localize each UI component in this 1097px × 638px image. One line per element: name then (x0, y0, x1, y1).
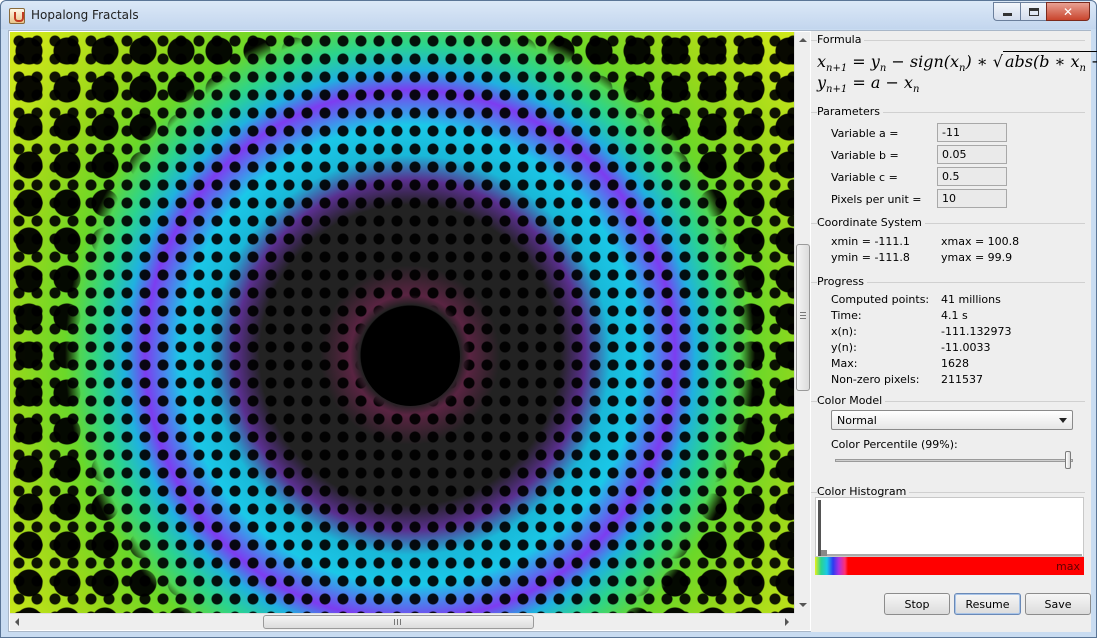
progress-value: 41 millions (941, 293, 1001, 306)
grip-icon (394, 619, 401, 625)
java-app-icon (9, 8, 25, 24)
minimize-button[interactable] (993, 2, 1020, 21)
close-button[interactable]: ✕ (1046, 2, 1090, 21)
progress-label: y(n): (831, 341, 857, 354)
formula-text: abs(b ∗ x (1004, 52, 1080, 71)
color-histogram-section: Color Histogram max (811, 485, 1091, 581)
progress-label: Max: (831, 357, 858, 370)
formula-section: Formula xn+1 = yn − sign(xn) ∗ √ abs(b ∗ … (811, 33, 1097, 101)
pixels-per-unit-field[interactable]: 10 (937, 189, 1007, 208)
parameters-section: Parameters Variable a = -11 Variable b =… (811, 105, 1091, 213)
formula-text: x (817, 52, 827, 71)
progress-label: x(n): (831, 325, 857, 338)
variable-a-field[interactable]: -11 (937, 123, 1007, 142)
color-histogram (815, 497, 1084, 557)
progress-label: Computed points: (831, 293, 930, 306)
vertical-scrollbar[interactable] (794, 32, 810, 613)
ymin-label: ymin = -111.8 (831, 251, 910, 264)
scroll-corner (794, 613, 810, 630)
xmax-label: xmax = 100.8 (941, 235, 1020, 248)
save-button[interactable]: Save (1025, 593, 1091, 615)
progress-value: 1628 (941, 357, 969, 370)
histogram-bar (818, 500, 821, 556)
formula-line-1: xn+1 = yn − sign(xn) ∗ √abs(b ∗ xn − c) (817, 51, 1097, 74)
section-title: Progress (817, 275, 867, 288)
progress-section: Progress Computed points: 41 millions Ti… (811, 275, 1091, 387)
window-controls: ✕ (993, 2, 1090, 21)
client-area: Formula xn+1 = yn − sign(xn) ∗ √ abs(b ∗ … (8, 30, 1097, 632)
close-icon: ✕ (1062, 4, 1074, 19)
title-bar[interactable]: Hopalong Fractals ✕ (1, 1, 1096, 29)
variable-c-label: Variable c = (831, 171, 898, 184)
formula-text: − sign(x (886, 52, 960, 71)
color-percentile-label: Color Percentile (99%): (831, 438, 958, 451)
progress-value: -111.132973 (941, 325, 1012, 338)
fractal-canvas[interactable] (10, 32, 794, 613)
color-percentile-slider[interactable] (835, 459, 1073, 462)
window-title: Hopalong Fractals (31, 8, 139, 22)
horizontal-scroll-thumb[interactable] (263, 615, 534, 629)
progress-label: Time: (831, 309, 862, 322)
section-title: Formula (817, 33, 865, 46)
histogram-bar (827, 554, 1082, 556)
scroll-up-icon[interactable] (799, 38, 807, 42)
formula-text: ) ∗ √ (965, 52, 1003, 71)
formula-text: y (870, 52, 880, 71)
grip-icon (800, 312, 806, 319)
formula-text: y (817, 73, 827, 92)
scroll-right-icon[interactable] (785, 618, 789, 626)
color-model-selected: Normal (837, 414, 877, 427)
color-scale-bar: max (815, 557, 1084, 575)
sqrt-radicand: abs(b ∗ xn − c) (1002, 51, 1097, 74)
variable-b-field[interactable]: 0.05 (937, 145, 1007, 164)
progress-value: -11.0033 (941, 341, 991, 354)
variable-c-field[interactable]: 0.5 (937, 167, 1007, 186)
scroll-down-icon[interactable] (799, 603, 807, 607)
color-percentile-slider-thumb[interactable] (1064, 451, 1071, 469)
section-title: Parameters (817, 105, 883, 118)
maximize-button[interactable] (1020, 2, 1046, 21)
section-title: Coordinate System (817, 216, 925, 229)
maximize-icon (1028, 7, 1039, 16)
formula-line-2: yn+1 = a − xn (817, 73, 919, 95)
color-model-select[interactable]: Normal (831, 410, 1073, 430)
minimize-icon (1002, 13, 1012, 16)
pixels-per-unit-label: Pixels per unit = (831, 193, 922, 206)
xmin-label: xmin = -111.1 (831, 235, 910, 248)
app-window: Hopalong Fractals ✕ Formula xn+1 = yn − … (0, 0, 1097, 638)
formula-text: = a − x (847, 73, 913, 92)
stop-button[interactable]: Stop (884, 593, 950, 615)
scroll-left-icon[interactable] (15, 618, 19, 626)
formula-text: n (912, 84, 920, 96)
coordinate-system-section: Coordinate System xmin = -111.1 xmax = 1… (811, 216, 1091, 271)
section-title: Color Model (817, 394, 886, 407)
color-scale-max-label: max (1056, 560, 1080, 573)
progress-label: Non-zero pixels: (831, 373, 920, 386)
progress-value: 4.1 s (941, 309, 968, 322)
chevron-down-icon (1059, 418, 1067, 423)
variable-a-label: Variable a = (831, 127, 899, 140)
variable-b-label: Variable b = (831, 149, 899, 162)
resume-button[interactable]: Resume (954, 593, 1021, 615)
horizontal-scrollbar[interactable] (10, 613, 794, 630)
formula-text: n+1 (826, 84, 848, 96)
formula-text: = (847, 52, 871, 71)
color-model-section: Color Model Normal Color Percentile (99%… (811, 394, 1091, 480)
formula-text: − c) (1086, 52, 1097, 71)
ymax-label: ymax = 99.9 (941, 251, 1013, 264)
vertical-scroll-thumb[interactable] (796, 244, 810, 391)
fractal-center (361, 307, 460, 406)
control-panel: Formula xn+1 = yn − sign(xn) ∗ √ abs(b ∗ … (811, 31, 1097, 632)
progress-value: 211537 (941, 373, 983, 386)
